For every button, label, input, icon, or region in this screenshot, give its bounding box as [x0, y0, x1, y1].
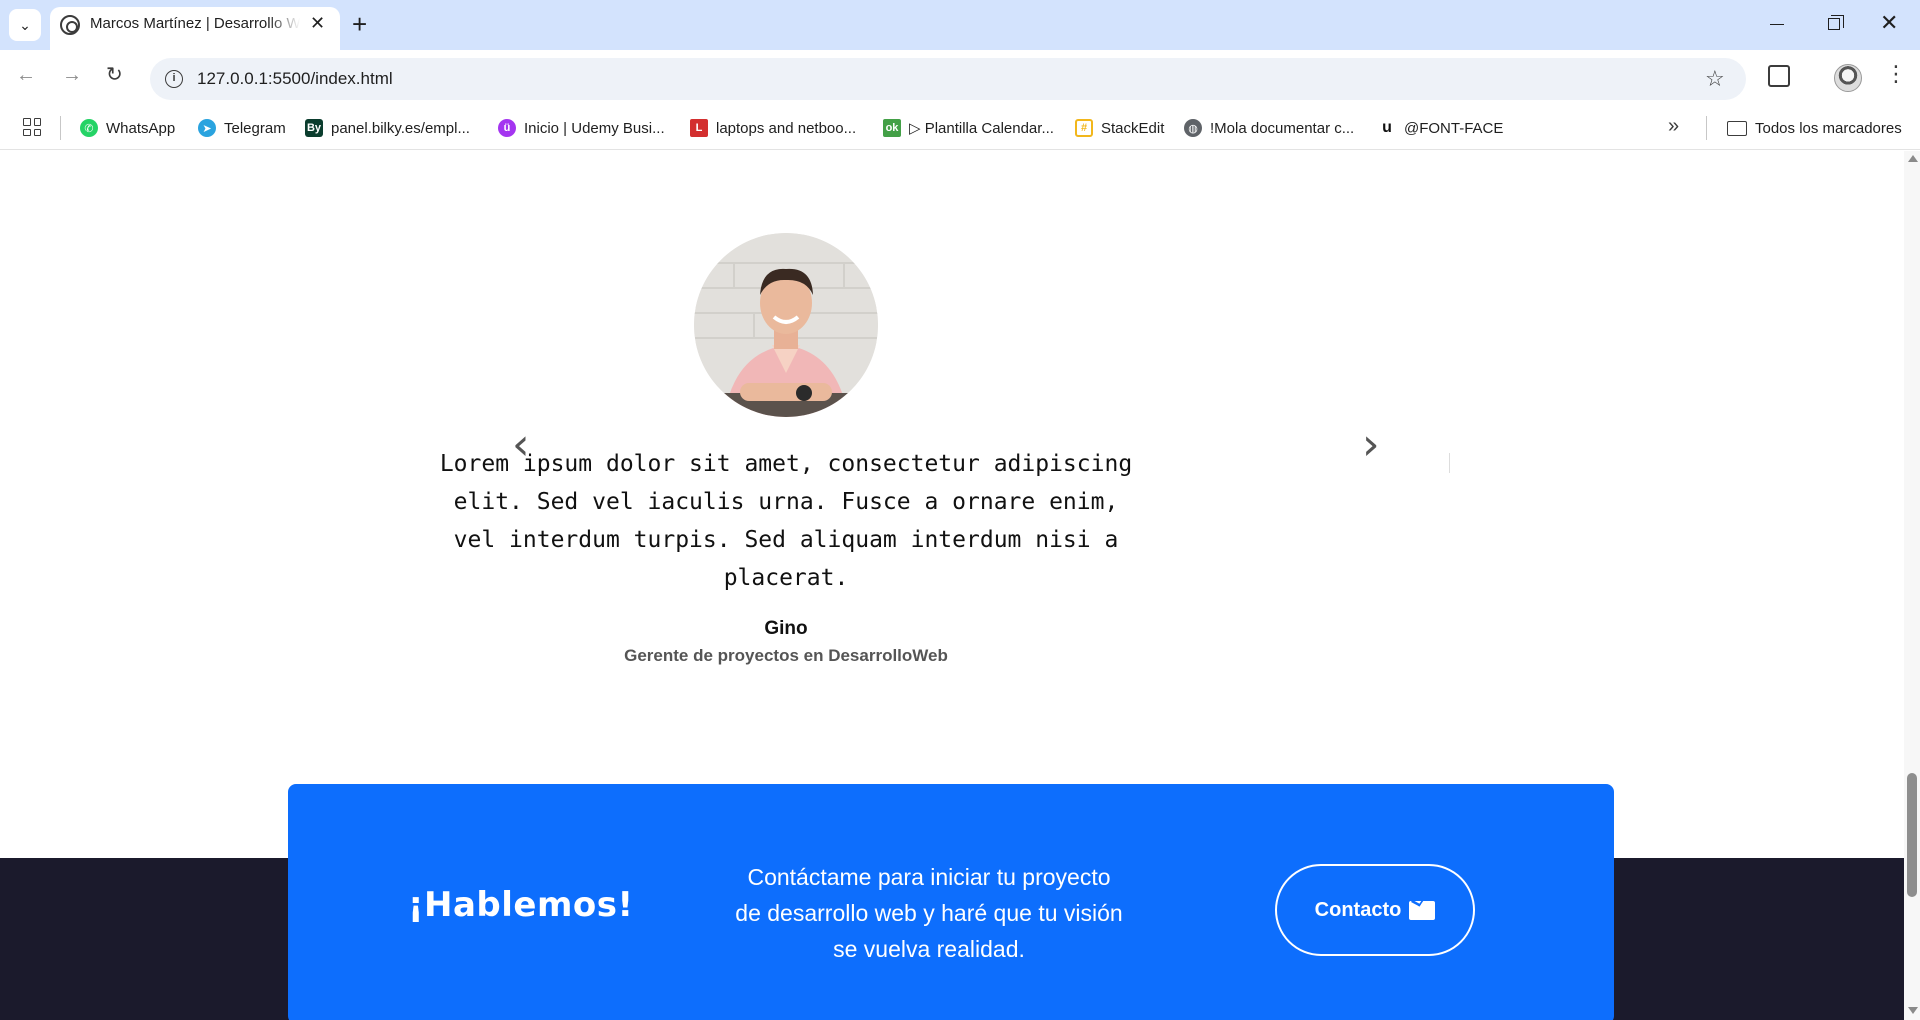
close-window-icon[interactable]: ✕: [1880, 10, 1898, 36]
telegram-icon: ➤: [198, 119, 216, 137]
all-bookmarks-folder[interactable]: Todos los marcadores: [1727, 116, 1902, 140]
bookmarks-separator: [60, 116, 61, 140]
site-info-icon[interactable]: i: [165, 70, 183, 88]
scroll-down-icon[interactable]: [1908, 1007, 1918, 1014]
scroll-up-icon[interactable]: [1908, 155, 1918, 162]
carousel-divider: [1449, 453, 1450, 473]
bookmark-mola[interactable]: ◍ !Mola documentar c...: [1184, 116, 1354, 140]
contact-button-label: Contacto: [1314, 898, 1402, 921]
scroll-thumb[interactable]: [1907, 773, 1917, 897]
u-icon: u: [1378, 119, 1396, 137]
globe-icon: ◍: [1184, 119, 1202, 137]
bookmark-label: @FONT-FACE: [1404, 119, 1504, 137]
more-bookmarks-icon[interactable]: »: [1668, 115, 1679, 138]
whatsapp-icon: ✆: [80, 119, 98, 137]
tab-search-button[interactable]: ⌄: [9, 9, 41, 41]
l-icon: L: [690, 119, 708, 137]
testimonial-quote: Lorem ipsum dolor sit amet, consectetur …: [439, 451, 1133, 591]
back-icon[interactable]: ←: [16, 63, 36, 87]
bilky-icon: By: [305, 119, 323, 137]
url-text[interactable]: 127.0.0.1:5500/index.html: [197, 69, 393, 89]
next-testimonial-arrow[interactable]: ›: [1362, 423, 1380, 467]
bookmark-label: Inicio | Udemy Busi...: [524, 119, 665, 137]
bookmark-label: laptops and netboo...: [716, 119, 857, 137]
bookmark-fontface[interactable]: u @FONT-FACE: [1378, 116, 1503, 140]
bookmark-label: panel.bilky.es/empl...: [331, 119, 470, 137]
bookmark-udemy[interactable]: ü Inicio | Udemy Busi...: [498, 116, 665, 140]
testimonial-name: Gino: [764, 618, 808, 639]
udemy-icon: ü: [498, 119, 516, 137]
bookmarks-bar: ✆ WhatsApp ➤ Telegram By panel.bilky.es/…: [0, 106, 1920, 150]
page-scrollbar[interactable]: [1904, 151, 1920, 1020]
bookmark-label: StackEdit: [1101, 119, 1165, 137]
forward-icon[interactable]: →: [62, 63, 82, 87]
reload-icon[interactable]: ↻: [106, 63, 123, 87]
apps-grid-icon[interactable]: [23, 118, 41, 136]
bookmark-laptops[interactable]: L laptops and netboo...: [690, 116, 856, 140]
new-tab-icon[interactable]: +: [352, 10, 367, 38]
tab-strip: ⌄ Marcos Martínez | Desarrollo Web ✕ + ✕: [0, 0, 1920, 50]
profile-avatar[interactable]: [1834, 64, 1862, 92]
stackedit-icon: #: [1075, 119, 1093, 137]
testimonial-avatar: [694, 233, 878, 417]
browser-toolbar: ← → ↻ i 127.0.0.1:5500/index.html ☆ ⋮: [0, 50, 1920, 106]
cta-text: Contáctame para iniciar tu proyecto de d…: [735, 864, 1123, 962]
browser-menu-icon[interactable]: ⋮: [1885, 60, 1907, 88]
bookmark-label: WhatsApp: [106, 119, 176, 137]
bookmark-stackedit[interactable]: # StackEdit: [1075, 116, 1164, 140]
restore-icon[interactable]: [1828, 15, 1844, 30]
page-viewport: ‹ › Lorem ipsum dolor sit amet, consecte…: [0, 151, 1904, 1020]
bookmarks-separator: [1706, 116, 1707, 140]
address-bar[interactable]: i 127.0.0.1:5500/index.html ☆: [150, 58, 1746, 100]
ok-icon: ok: [883, 119, 901, 137]
folder-icon: [1727, 120, 1747, 136]
extensions-icon[interactable]: [1768, 65, 1790, 87]
tab-title: Marcos Martínez | Desarrollo Web: [90, 15, 300, 32]
bookmark-star-icon[interactable]: ☆: [1705, 66, 1725, 92]
chevron-down-icon: ⌄: [19, 16, 31, 33]
bookmark-plantilla[interactable]: ok ▷ Plantilla Calendar...: [883, 116, 1054, 140]
bookmark-bilky[interactable]: By panel.bilky.es/empl...: [305, 116, 470, 140]
browser-window: ⌄ Marcos Martínez | Desarrollo Web ✕ + ✕…: [0, 0, 1920, 1020]
bookmark-label: !Mola documentar c...: [1210, 119, 1355, 137]
bookmark-label: Telegram: [224, 119, 286, 137]
mail-check-icon: [1409, 900, 1436, 920]
testimonial-role: Gerente de proyectos en DesarrolloWeb: [624, 646, 948, 665]
contact-button[interactable]: Contacto: [1275, 864, 1475, 956]
minimize-icon[interactable]: [1770, 24, 1784, 25]
all-bookmarks-label: Todos los marcadores: [1755, 119, 1902, 137]
bookmark-telegram[interactable]: ➤ Telegram: [198, 116, 286, 140]
close-tab-icon[interactable]: ✕: [310, 13, 325, 33]
person-photo: [694, 233, 878, 417]
bookmark-label: ▷ Plantilla Calendar...: [909, 120, 1054, 137]
site-favicon-icon: [60, 15, 80, 35]
bookmark-whatsapp[interactable]: ✆ WhatsApp: [80, 116, 175, 140]
contact-cta-banner: ¡Hablemos! Contáctame para iniciar tu pr…: [288, 784, 1614, 1020]
